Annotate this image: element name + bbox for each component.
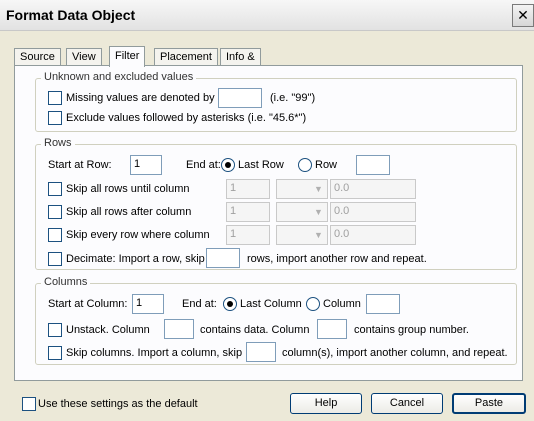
window-title: Format Data Object	[6, 7, 136, 23]
skip-every-column-input[interactable]: 1	[226, 225, 270, 245]
skip-until-checkbox[interactable]	[48, 182, 62, 196]
decimate-rows-tail: rows, import another row and repeat.	[247, 253, 427, 265]
skip-columns-checkbox[interactable]	[48, 346, 62, 360]
exclude-asterisks-label: Exclude values followed by asterisks (i.…	[66, 112, 307, 124]
start-row-input[interactable]: 1	[130, 155, 162, 175]
use-default-checkbox[interactable]	[22, 397, 36, 411]
skip-after-column-input[interactable]: 1	[226, 202, 270, 222]
format-data-object-dialog: Format Data Object ✕ Source View Filter …	[0, 0, 534, 421]
last-column-label: Last Column	[240, 298, 302, 310]
tab-view[interactable]: View	[66, 48, 102, 66]
use-default-label: Use these settings as the default	[38, 398, 198, 410]
unstack-label: Unstack. Column	[66, 324, 150, 336]
unstack-group-column-input[interactable]	[317, 319, 347, 339]
skip-every-value-input[interactable]: 0.0	[330, 225, 416, 245]
skip-columns-label: Skip columns. Import a column, skip	[66, 347, 243, 359]
rows-group: Rows Start at Row: 1 End at: Last Row Ro…	[35, 137, 517, 270]
start-row-label: Start at Row:	[48, 159, 112, 171]
decimate-rows-checkbox[interactable]	[48, 252, 62, 266]
column-radio-label: Column	[323, 298, 361, 310]
last-row-radio[interactable]	[221, 158, 235, 172]
tab-info-notes[interactable]: Info & Notes	[220, 48, 261, 80]
last-column-radio[interactable]	[223, 297, 237, 311]
skip-columns-input[interactable]	[246, 342, 276, 362]
skip-until-value-input[interactable]: 0.0	[330, 179, 416, 199]
skip-every-label: Skip every row where column	[66, 229, 210, 241]
columns-legend: Columns	[41, 276, 91, 288]
unstack-contains-group-label: contains group number.	[354, 324, 469, 336]
tab-filter[interactable]: Filter	[109, 46, 146, 67]
decimate-rows-input[interactable]	[206, 248, 240, 268]
skip-until-column-input[interactable]: 1	[226, 179, 270, 199]
paste-button[interactable]: Paste	[452, 393, 526, 414]
unstack-checkbox[interactable]	[48, 323, 62, 337]
tab-placement[interactable]: Placement	[154, 48, 218, 66]
unknown-values-legend: Unknown and excluded values	[41, 71, 197, 83]
columns-end-at-label: End at:	[182, 298, 217, 310]
skip-every-checkbox[interactable]	[48, 228, 62, 242]
chevron-down-icon: ▼	[314, 230, 323, 240]
rows-legend: Rows	[41, 137, 75, 149]
rows-end-at-label: End at:	[186, 159, 221, 171]
missing-values-label: Missing values are denoted by	[66, 92, 215, 104]
unknown-values-group: Unknown and excluded values Missing valu…	[35, 71, 517, 132]
skip-every-operator-select[interactable]: ▼	[276, 225, 328, 245]
end-row-input[interactable]	[356, 155, 390, 175]
close-icon[interactable]: ✕	[512, 4, 534, 27]
filter-panel: Unknown and excluded values Missing valu…	[14, 65, 523, 381]
start-column-input[interactable]: 1	[132, 294, 164, 314]
skip-after-operator-select[interactable]: ▼	[276, 202, 328, 222]
skip-after-label: Skip all rows after column	[66, 206, 192, 218]
row-radio[interactable]	[298, 158, 312, 172]
start-column-label: Start at Column:	[48, 298, 128, 310]
cancel-button[interactable]: Cancel	[371, 393, 443, 414]
row-radio-label: Row	[315, 159, 338, 171]
unstack-contains-data-label: contains data. Column	[200, 324, 310, 336]
missing-values-input[interactable]	[218, 88, 262, 108]
skip-after-value-input[interactable]: 0.0	[330, 202, 416, 222]
missing-values-hint: (i.e. "99")	[270, 92, 316, 104]
missing-values-checkbox[interactable]	[48, 91, 62, 105]
tab-source[interactable]: Source	[14, 48, 61, 66]
title-bar[interactable]: Format Data Object ✕	[0, 0, 534, 31]
skip-columns-tail: column(s), import another column, and re…	[282, 347, 508, 359]
exclude-asterisks-checkbox[interactable]	[48, 111, 62, 125]
column-radio[interactable]	[306, 297, 320, 311]
last-row-label: Last Row	[238, 159, 284, 171]
end-column-input[interactable]	[366, 294, 400, 314]
chevron-down-icon: ▼	[314, 207, 323, 217]
help-button[interactable]: Help	[290, 393, 362, 414]
skip-until-operator-select[interactable]: ▼	[276, 179, 328, 199]
columns-group: Columns Start at Column: 1 End at: Last …	[35, 276, 517, 365]
unstack-data-column-input[interactable]	[164, 319, 194, 339]
decimate-rows-label: Decimate: Import a row, skip	[66, 253, 205, 265]
chevron-down-icon: ▼	[314, 184, 323, 194]
skip-until-label: Skip all rows until column	[66, 183, 190, 195]
skip-after-checkbox[interactable]	[48, 205, 62, 219]
